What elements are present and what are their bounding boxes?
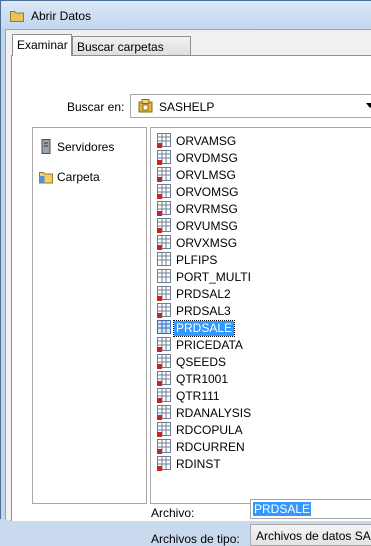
file-name: RDCURREN (176, 440, 245, 454)
file-name: ORVLMSG (176, 168, 236, 182)
tab-panel: Buscar en: SASHELP Servidores Carpeta OR… (11, 55, 371, 546)
list-item-selected[interactable]: PRDSALE (157, 320, 371, 337)
list-item[interactable]: PLFIPS (157, 252, 371, 269)
look-in-dropdown[interactable]: SASHELP (130, 94, 371, 118)
list-item[interactable]: PRDSAL2 (157, 286, 371, 303)
file-name: PLFIPS (176, 253, 218, 267)
list-item[interactable]: ORVAMSG (157, 133, 371, 150)
file-name: RDINST (176, 457, 221, 471)
dataset-icon (157, 303, 171, 318)
list-item[interactable]: ORVRMSG (157, 201, 371, 218)
dataset-icon (157, 218, 171, 233)
dataset-icon (157, 167, 171, 182)
filename-input[interactable]: PRDSALE (250, 499, 371, 519)
filename-label: Archivo: (151, 506, 195, 520)
folder-icon (39, 172, 53, 184)
places-bar: Servidores Carpeta (32, 127, 147, 504)
file-name: ORVAMSG (176, 134, 237, 148)
list-item[interactable]: RDCURREN (157, 439, 371, 456)
list-item[interactable]: ORVOMSG (157, 184, 371, 201)
dataset-icon (157, 422, 171, 437)
list-item[interactable]: ORVLMSG (157, 167, 371, 184)
place-label: Servidores (57, 140, 115, 154)
file-name: ORVXMSG (176, 236, 238, 250)
library-icon (138, 99, 153, 113)
dataset-icon (157, 371, 171, 386)
filetype-value: Archivos de datos SAS (256, 529, 371, 543)
file-name: ORVUMSG (176, 219, 238, 233)
dataset-icon (157, 337, 171, 352)
folder-icon (10, 11, 24, 22)
filetype-label: Archivos de tipo: (151, 532, 240, 546)
place-label: Carpeta (57, 170, 100, 184)
tab-examinar[interactable]: Examinar (12, 34, 72, 56)
file-name: QTR111 (176, 389, 220, 403)
list-item[interactable]: RDINST (157, 456, 371, 473)
list-item[interactable]: PRICEDATA (157, 337, 371, 354)
file-name: PRICEDATA (176, 338, 243, 352)
list-item[interactable]: PORT_MULTI (157, 269, 371, 286)
title-bar[interactable]: Abrir Datos (1, 1, 371, 29)
look-in-label: Buscar en: (67, 100, 125, 114)
list-item[interactable]: ORVUMSG (157, 218, 371, 235)
file-name: ORVOMSG (176, 185, 239, 199)
tab-buscar-carpetas-sas[interactable]: Buscar carpetas SAS (72, 36, 191, 68)
dataset-icon (157, 320, 171, 334)
dataset-icon (157, 201, 171, 216)
file-list[interactable]: ORVAMSG ORVDMSG ORVLMSG ORVOMSG ORVRMSG … (150, 127, 371, 504)
file-name: QSEEDS (176, 355, 227, 369)
file-name: PRDSAL3 (176, 304, 231, 318)
dataset-icon (157, 354, 171, 369)
tab-label: Examinar (17, 38, 68, 52)
dataset-icon (157, 456, 171, 471)
file-name: RDCOPULA (176, 423, 243, 437)
list-item[interactable]: QTR111 (157, 388, 371, 405)
file-name: ORVDMSG (176, 151, 238, 165)
list-item[interactable]: ORVXMSG (157, 235, 371, 252)
list-item[interactable]: RDCOPULA (157, 422, 371, 439)
file-name: PRDSAL2 (176, 287, 231, 301)
list-item[interactable]: ORVDMSG (157, 150, 371, 167)
file-name: PRDSALE (172, 320, 236, 337)
list-item[interactable]: PRDSAL3 (157, 303, 371, 320)
chevron-down-icon[interactable] (366, 103, 371, 108)
dataset-icon (157, 439, 171, 454)
list-item[interactable]: QTR1001 (157, 371, 371, 388)
dataset-icon (157, 388, 171, 403)
list-item[interactable]: QSEEDS (157, 354, 371, 371)
dataset-icon (157, 286, 171, 301)
dataset-icon (157, 405, 171, 420)
dataset-icon (157, 133, 171, 148)
dataset-icon (157, 150, 171, 165)
list-item[interactable]: RDANALYSIS (157, 405, 371, 422)
open-data-dialog: Abrir Datos Examinar Buscar carpetas SAS… (0, 0, 371, 546)
dataset-icon (157, 269, 171, 283)
server-icon (41, 139, 51, 154)
filename-value: PRDSALE (253, 502, 312, 516)
file-name: QTR1001 (176, 372, 229, 386)
window-title: Abrir Datos (31, 9, 92, 23)
look-in-value: SASHELP (159, 100, 215, 114)
dialog-body: Examinar Buscar carpetas SAS Buscar en: … (5, 29, 371, 546)
dataset-icon (157, 184, 171, 199)
file-name: PORT_MULTI (176, 270, 251, 284)
file-name: ORVRMSG (176, 202, 238, 216)
file-name: RDANALYSIS (176, 406, 252, 420)
dataset-icon (157, 235, 171, 250)
filetype-dropdown[interactable]: Archivos de datos SAS (250, 524, 371, 546)
dataset-icon (157, 252, 171, 266)
